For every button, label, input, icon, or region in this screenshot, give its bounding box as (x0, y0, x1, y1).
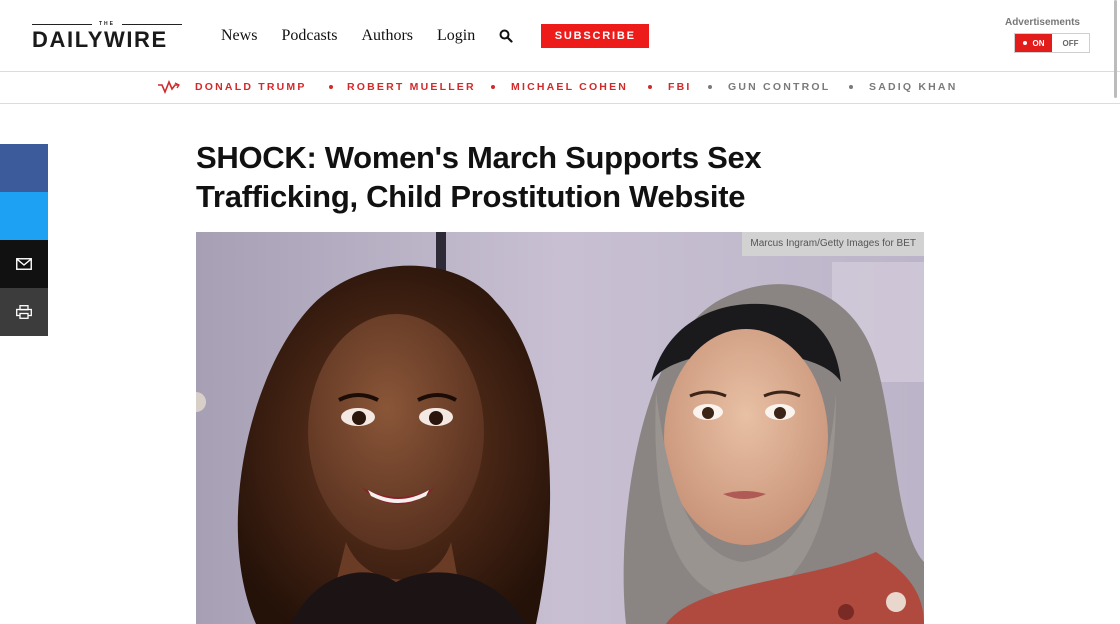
nav-login-link[interactable]: Login (437, 26, 475, 46)
article-hero-photo[interactable]: Marcus Ingram/Getty Images for BET (196, 232, 924, 624)
logo-rule-right (122, 24, 182, 25)
article-headline: SHOCK: Women's March Supports Sex Traffi… (196, 138, 896, 216)
topic-sadiq-khan[interactable]: SADIQ KHAN (869, 81, 958, 93)
toggle-dot-icon (1022, 41, 1027, 45)
topic-donald-trump[interactable]: DONALD TRUMP (195, 81, 307, 93)
nav-authors-link[interactable]: Authors (361, 26, 413, 46)
print-icon (16, 305, 32, 319)
daily-wire-logo[interactable]: THE DAILYWIRE (32, 22, 182, 52)
share-bar (0, 144, 48, 336)
topic-separator (329, 85, 333, 89)
topic-separator (491, 85, 495, 89)
topic-separator (648, 85, 652, 89)
ads-toggle-group: Advertisements ON OFF (1005, 17, 1092, 53)
photo-credit: Marcus Ingram/Getty Images for BET (742, 232, 924, 256)
main-nav: News Podcasts Authors Login SUBSCRIBE (221, 24, 650, 48)
ads-toggle-off[interactable]: OFF (1052, 34, 1089, 52)
ads-label: Advertisements (1004, 17, 1080, 28)
topic-separator (708, 85, 712, 89)
nav-news-link[interactable]: News (221, 26, 257, 46)
topic-michael-cohen[interactable]: MICHAEL COHEN (511, 81, 628, 93)
email-share-button[interactable] (0, 240, 48, 288)
mail-icon (16, 258, 32, 270)
trending-topics-bar: DONALD TRUMP ROBERT MUELLER MICHAEL COHE… (0, 72, 1120, 104)
subscribe-button[interactable]: SUBSCRIBE (541, 24, 650, 48)
ads-toggle-on[interactable]: ON (1015, 34, 1052, 52)
site-header: THE DAILYWIRE News Podcasts Authors Logi… (0, 0, 1120, 72)
hero-photo-illustration (196, 232, 924, 624)
ads-toggle[interactable]: ON OFF (1014, 33, 1090, 53)
nav-podcasts-link[interactable]: Podcasts (281, 26, 337, 46)
topic-separator (849, 85, 853, 89)
headline-line-1: SHOCK: Women's March Supports Sex (196, 140, 762, 175)
logo-wordmark: DAILYWIRE (32, 27, 168, 52)
search-icon[interactable] (499, 29, 513, 43)
trending-pulse-icon (158, 80, 180, 94)
headline-line-2: Trafficking, Child Prostitution Website (196, 179, 746, 214)
topic-gun-control[interactable]: GUN CONTROL (728, 81, 830, 93)
topic-robert-mueller[interactable]: ROBERT MUELLER (347, 81, 476, 93)
topic-fbi[interactable]: FBI (668, 81, 692, 93)
twitter-share-button[interactable] (0, 192, 48, 240)
ads-toggle-on-label: ON (1032, 38, 1045, 48)
print-button[interactable] (0, 288, 48, 336)
facebook-share-button[interactable] (0, 144, 48, 192)
